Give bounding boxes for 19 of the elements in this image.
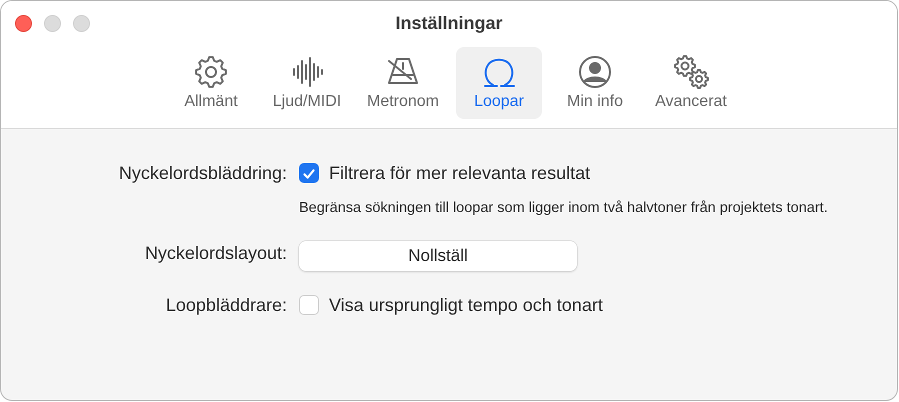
toolbar-tab[interactable]: Ljud/MIDI — [264, 47, 350, 119]
reset-button[interactable]: Nollställ — [299, 241, 577, 271]
toolbar-tab[interactable]: Avancerat — [648, 47, 734, 119]
toolbar-tab[interactable]: Allmänt — [168, 47, 254, 119]
gears-icon — [671, 55, 711, 89]
toolbar-tab[interactable]: Min info — [552, 47, 638, 119]
toolbar-tab[interactable]: Metronom — [360, 47, 446, 119]
setting-label: Nyckelordsbläddring: — [118, 162, 288, 185]
help-text: Begränsa sökningen till loopar som ligger inom två halvtoner från projektets tonart. — [299, 199, 829, 218]
window-title: Inställningar — [395, 12, 502, 34]
toolbar-tab[interactable]: Loopar — [456, 47, 542, 119]
zoom-button[interactable] — [73, 15, 90, 32]
minimize-button[interactable] — [44, 15, 61, 32]
setting-label: Nyckelordslayout: — [144, 242, 288, 265]
checkbox-label: Filtrera för mer relevanta resultat — [329, 162, 590, 185]
checkbox[interactable] — [299, 163, 319, 183]
close-button[interactable] — [15, 15, 32, 32]
setting-label: Loopbläddrare: — [164, 294, 288, 317]
checkbox-label: Visa ursprungligt tempo och tonart — [329, 294, 603, 317]
